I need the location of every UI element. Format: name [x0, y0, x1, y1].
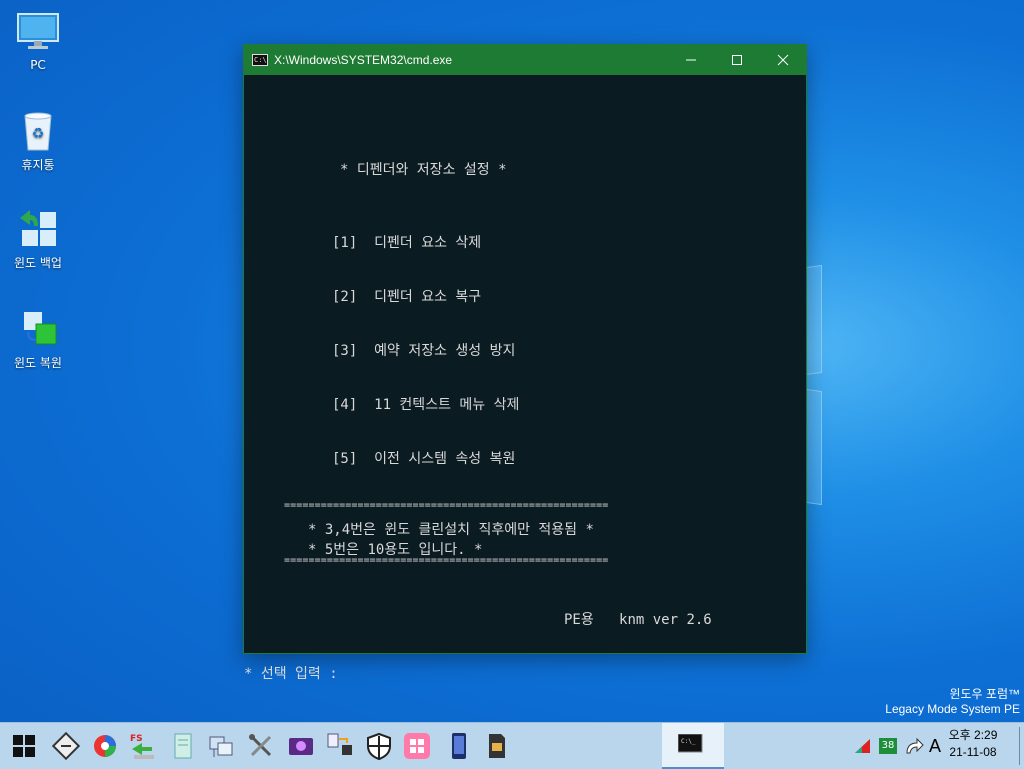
tools-icon	[249, 734, 272, 757]
minimize-icon	[686, 59, 696, 61]
svg-text:♻: ♻	[32, 126, 45, 142]
windows-logo-icon	[13, 735, 35, 757]
taskbar-app-sdcard[interactable]	[479, 729, 513, 763]
desktop-icon-label: 윈도 백업	[14, 256, 62, 270]
desktop-icon-restore[interactable]: 윈도 복원	[0, 306, 76, 371]
clock[interactable]: 오후 2:29 21-11-08	[938, 727, 1008, 761]
taskbar-app-notes[interactable]	[166, 729, 200, 763]
notes-icon	[174, 733, 192, 759]
desktop-icon-pc[interactable]: PC	[0, 10, 76, 72]
tiles-icon	[404, 733, 430, 759]
clock-time: 오후 2:29	[948, 728, 998, 742]
console-icon: C:\_	[678, 734, 703, 753]
desktop-icon-label: 윈도 복원	[14, 356, 62, 370]
phone-icon	[452, 733, 466, 759]
sd-card-icon	[489, 734, 505, 758]
maximize-icon	[732, 55, 742, 65]
window-title: X:\Windows\SYSTEM32\cmd.exe	[274, 53, 453, 67]
disk-tool-icon	[51, 731, 81, 761]
recycle-bin-icon: ♻	[16, 108, 60, 152]
minimize-button[interactable]	[668, 45, 714, 75]
separator-bottom: ========================================…	[284, 555, 609, 566]
watermark-mode: Legacy Mode System PE	[885, 702, 1020, 716]
shield-icon	[367, 732, 391, 761]
restore-icon	[16, 306, 60, 350]
desktop-icon-recycle-bin[interactable]: ♻ 휴지통	[0, 108, 76, 173]
computer-icon	[16, 10, 60, 54]
maximize-button[interactable]	[714, 45, 760, 75]
desktop-icon-label: PC	[30, 58, 46, 72]
version-label: PE용 knm ver 2.6	[564, 612, 712, 628]
menu-option-1: [1] 디펜더 요소 삭제	[332, 235, 482, 251]
taskbar-app-phone[interactable]	[442, 729, 476, 763]
svg-text:C:\_: C:\_	[681, 738, 696, 745]
taskbar-app-defender[interactable]	[362, 729, 396, 763]
taskbar: FS C:\_ 38 A 오후 2:29 21-11-08	[0, 722, 1024, 769]
tray-badge[interactable]: 38	[879, 738, 897, 754]
taskbar-app-tools[interactable]	[244, 729, 278, 763]
redirect-arrow-icon[interactable]	[903, 735, 925, 757]
menu-heading: * 디펜더와 저장소 설정 *	[340, 162, 507, 178]
clock-date: 21-11-08	[949, 745, 997, 759]
taskbar-app-fs[interactable]: FS	[126, 729, 160, 763]
svg-text:FS: FS	[130, 734, 143, 744]
title-bar[interactable]: C:\ X:\Windows\SYSTEM32\cmd.exe	[244, 45, 806, 75]
taskbar-app-disk-tool[interactable]	[49, 729, 83, 763]
taskbar-app-transfer[interactable]	[323, 729, 357, 763]
menu-option-4: [4] 11 컨텍스트 메뉴 삭제	[332, 397, 520, 413]
transfer-icon	[327, 733, 352, 755]
watermark-forum: 윈도우 포럼™	[949, 687, 1020, 701]
cmd-window[interactable]: C:\ X:\Windows\SYSTEM32\cmd.exe * 디펜더와 저…	[243, 44, 807, 682]
console-icon: C:\	[252, 54, 268, 66]
taskbar-app-image[interactable]	[284, 729, 318, 763]
desktop-icon-backup[interactable]: 윈도 백업	[0, 206, 76, 271]
system-tray: 38 A	[852, 723, 941, 769]
taskbar-app-partition[interactable]	[88, 729, 122, 763]
fs-tool-icon: FS	[130, 734, 154, 759]
network-icon	[209, 736, 233, 757]
separator-top: ========================================…	[284, 500, 609, 511]
menu-option-5: [5] 이전 시스템 속성 복원	[332, 451, 516, 467]
partition-icon	[94, 735, 116, 757]
close-button[interactable]	[760, 45, 806, 75]
show-desktop-divider[interactable]	[1019, 727, 1020, 765]
start-button[interactable]	[7, 729, 41, 763]
taskbar-app-network[interactable]	[204, 729, 238, 763]
image-viewer-icon	[289, 738, 313, 755]
taskbar-app-windows-tiles[interactable]	[400, 729, 434, 763]
menu-option-3: [3] 예약 저장소 생성 방지	[332, 343, 516, 359]
network-status-icon[interactable]	[852, 735, 874, 757]
taskbar-app-cmd-active[interactable]: C:\_	[662, 723, 724, 769]
backup-icon	[16, 206, 60, 250]
note-1: * 3,4번은 윈도 클린설치 직후에만 적용됨 *	[308, 522, 594, 538]
desktop-icon-label: 휴지통	[21, 158, 55, 172]
close-icon	[777, 54, 789, 66]
console-output[interactable]: * 디펜더와 저장소 설정 * [1] 디펜더 요소 삭제 [2] 디펜더 요소…	[244, 75, 806, 682]
menu-option-2: [2] 디펜더 요소 복구	[332, 289, 482, 305]
input-prompt[interactable]: * 선택 입력 :	[244, 663, 338, 683]
